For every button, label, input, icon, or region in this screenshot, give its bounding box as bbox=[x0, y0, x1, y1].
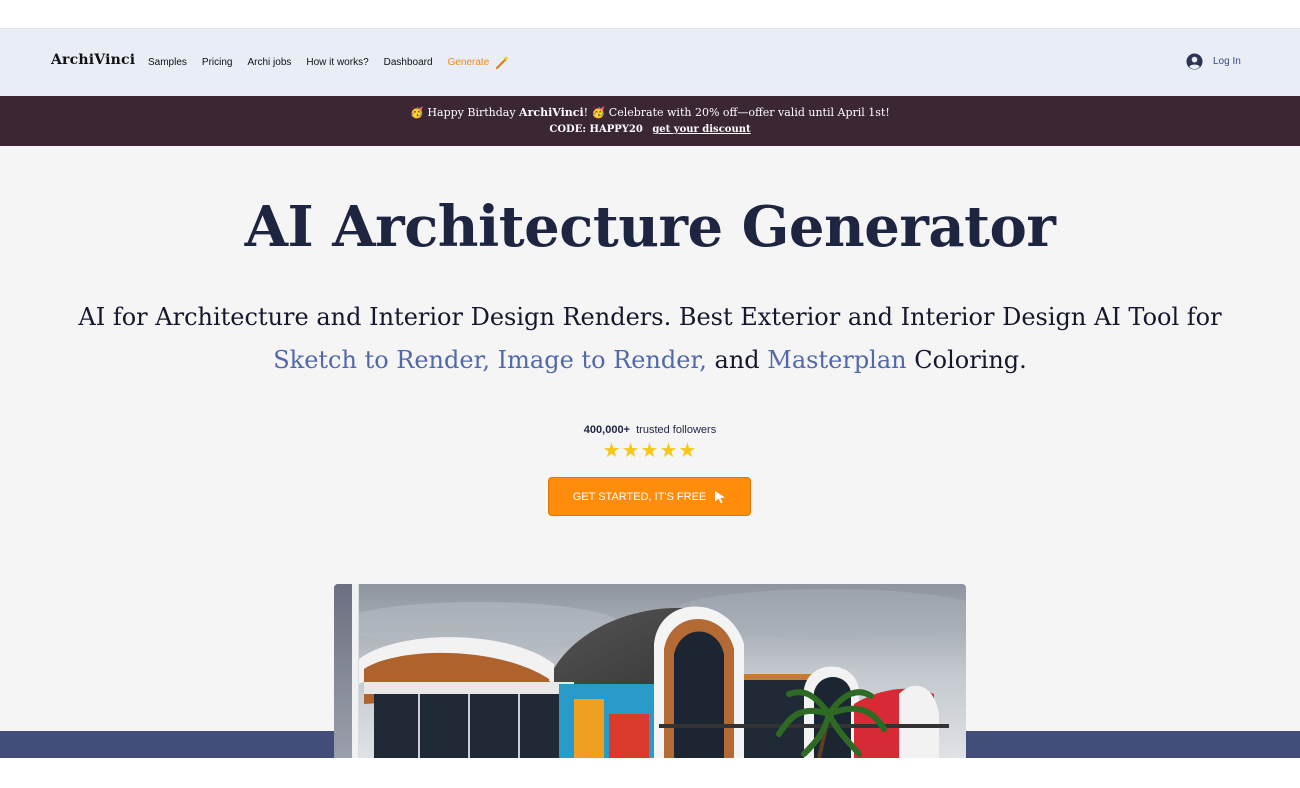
party-emoji-icon: 🥳 bbox=[591, 106, 606, 119]
comparison-slider-handle[interactable] bbox=[352, 584, 358, 758]
rating-stars: ★★★★★ bbox=[602, 440, 698, 462]
promo-message: 🥳 Happy Birthday ArchiVinci! 🥳 Celebrate… bbox=[410, 106, 890, 119]
page-title: AI Architecture Generator bbox=[244, 194, 1056, 260]
party-emoji-icon: 🥳 bbox=[410, 106, 424, 119]
nav-links: Samples Pricing Archi jobs How it works?… bbox=[148, 55, 524, 69]
nav-link-generate[interactable]: Generate bbox=[448, 55, 510, 69]
user-avatar-icon bbox=[1186, 53, 1203, 70]
cursor-arrow-icon bbox=[715, 490, 726, 503]
link-masterplan[interactable]: Masterplan bbox=[767, 346, 906, 374]
nav-link-archi-jobs[interactable]: Archi jobs bbox=[247, 57, 291, 68]
promo-banner: 🥳 Happy Birthday ArchiVinci! 🥳 Celebrate… bbox=[0, 96, 1300, 146]
nav-link-dashboard[interactable]: Dashboard bbox=[384, 57, 433, 68]
nav-link-samples[interactable]: Samples bbox=[148, 57, 187, 68]
architecture-render-image bbox=[359, 584, 966, 758]
promo-code: CODE: HAPPY20 bbox=[549, 124, 643, 135]
login-label: Log In bbox=[1213, 56, 1241, 67]
magic-wand-icon bbox=[495, 55, 510, 69]
followers-count: 400,000+ trusted followers bbox=[583, 424, 717, 436]
get-started-button[interactable]: GET STARTED, IT'S FREE bbox=[548, 477, 751, 516]
cta-label: GET STARTED, IT'S FREE bbox=[572, 490, 707, 503]
page-bottom bbox=[0, 758, 1300, 788]
nav-link-pricing[interactable]: Pricing bbox=[202, 57, 233, 68]
nav-link-how-it-works[interactable]: How it works? bbox=[306, 57, 368, 68]
generate-label: Generate bbox=[447, 56, 490, 68]
discount-link[interactable]: get your discount bbox=[652, 124, 750, 135]
hero-subtitle: AI for Architecture and Interior Design … bbox=[78, 303, 1222, 374]
navbar: ArchiVinci Samples Pricing Archi jobs Ho… bbox=[0, 29, 1300, 96]
render-preview bbox=[334, 584, 966, 758]
promo-brand: ArchiVinci bbox=[519, 106, 584, 119]
login-button[interactable]: Log In bbox=[1186, 53, 1241, 70]
link-sketch-image-to-render[interactable]: Sketch to Render, Image to Render, bbox=[273, 346, 707, 374]
logo[interactable]: ArchiVinci bbox=[51, 52, 135, 68]
browser-top-strip bbox=[0, 0, 1300, 29]
promo-code-line: CODE: HAPPY20 get your discount bbox=[0, 124, 1300, 135]
